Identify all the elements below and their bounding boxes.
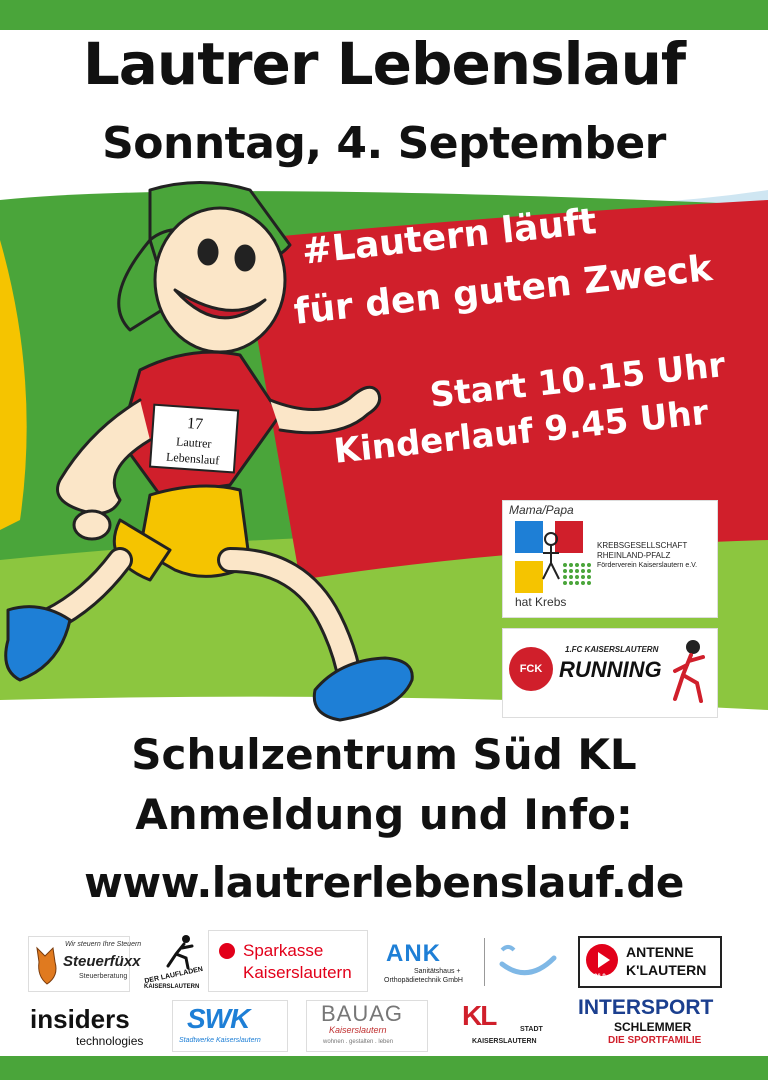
sponsor-bauag: BAUAG Kaiserslautern wohnen . gestalten … [306, 1000, 428, 1052]
bib-line1: Lautrer [176, 434, 212, 450]
sponsor-swk: SWK Stadtwerke Kaiserslautern [172, 1000, 288, 1052]
krebs-bottom-text: hat Krebs [515, 595, 567, 609]
bauag-sub: wohnen . gestalten . leben [323, 1039, 394, 1045]
ank-name: ANK [386, 940, 441, 967]
steuerfuxx-name: Steuerfüxx [63, 953, 141, 970]
bib-number: 17 [187, 415, 204, 433]
race-bib: 17 Lautrer Lebenslauf [148, 403, 240, 474]
krebs-org3: Förderverein Kaiserslautern e.V. [597, 562, 698, 569]
sparkasse-line1: Sparkasse [243, 941, 324, 960]
antenne-line1: ANTENNE [626, 944, 694, 960]
event-poster: Lautrer Lebenslauf Sonntag, 4. September [0, 0, 768, 1080]
swk-sub: Stadtwerke Kaiserslautern [179, 1037, 261, 1044]
fck-top-text: 1.FC KAISERSLAUTERN [565, 645, 659, 654]
signup-text: Anmeldung und Info: [135, 790, 633, 839]
bauag-name: BAUAG [321, 1001, 404, 1026]
fck-runner-icon [673, 640, 705, 703]
location-text: Schulzentrum Süd KL [131, 730, 637, 779]
steuerfuxx-small: Wir steuern Ihre Steuern [65, 941, 142, 948]
ank-line1: Sanitätshaus + [414, 968, 461, 975]
steuerfuxx-sub: Steuerberatung [79, 973, 128, 980]
antenne-play-icon [586, 944, 618, 976]
krebs-org1: Krebsgesellschaft [597, 541, 688, 550]
krebs-org2: Rheinland-Pfalz [597, 551, 671, 560]
sponsor-laufladen: DER LAUFLADEN KAISERSLAUTERN [142, 934, 204, 994]
laufladen-runner-icon [166, 935, 194, 970]
intersport-name: INTERSPORT [578, 996, 714, 1019]
sponsor-ank: ANK Sanitätshaus + Orthopädietechnik Gmb… [380, 936, 566, 990]
ank-line2: Orthopädietechnik GmbH [384, 977, 463, 984]
intersport-line2: SCHLEMMER [614, 1020, 692, 1034]
fck-badge-icon: FCK [509, 647, 553, 691]
sparkasse-line2: Kaiserslautern [243, 963, 352, 982]
website-link[interactable]: www.lautrerlebenslauf.de [0, 858, 768, 907]
ank-smile-icon [499, 945, 557, 976]
sponsor-insiders: insiders technologies [30, 1002, 154, 1052]
antenne-line2: K'LAUTERN [626, 962, 707, 978]
sponsor-antenne: 96.9 ANTENNE K'LAUTERN [578, 936, 722, 988]
fox-icon [36, 946, 57, 985]
bauag-script: Kaiserslautern [329, 1025, 387, 1035]
swk-name: SWK [187, 1003, 250, 1034]
sponsor-stadt-kl: KL STADT KAISERSLAUTERN [456, 1000, 552, 1052]
fck-running-word: RUNNING [559, 657, 662, 682]
ank-divider [484, 938, 485, 986]
sponsor-steuerfuxx: Wir steuern Ihre Steuern Steuerfüxx Steu… [28, 936, 141, 992]
sponsor-intersport: INTERSPORT SCHLEMMER DIE SPORTFAMILIE [574, 996, 744, 1052]
krebs-logo-icon [515, 521, 591, 593]
laufladen-city: KAISERSLAUTERN [144, 984, 200, 990]
insiders-name: insiders [30, 1004, 130, 1034]
insiders-sub: technologies [76, 1034, 144, 1048]
sponsor-sparkasse: Sparkasse Kaiserslautern [208, 930, 368, 992]
kl-stadt: STADT [520, 1026, 543, 1033]
partner-fck-card: FCK 1.FC KAISERSLAUTERN RUNNING [502, 628, 718, 718]
kl-mark: KL [462, 1000, 497, 1031]
sparkasse-logo-icon [219, 943, 235, 959]
krebs-top-text: Mama/Papa [509, 503, 574, 517]
kl-city: KAISERSLAUTERN [472, 1038, 537, 1045]
partner-krebs-card: Mama/Papa Krebsgesellschaft Rheinland-Pf… [502, 500, 718, 618]
antenne-freq: 96.9 [594, 974, 606, 980]
intersport-line3: DIE SPORTFAMILIE [608, 1035, 702, 1046]
bottom-green-band [0, 1056, 768, 1080]
